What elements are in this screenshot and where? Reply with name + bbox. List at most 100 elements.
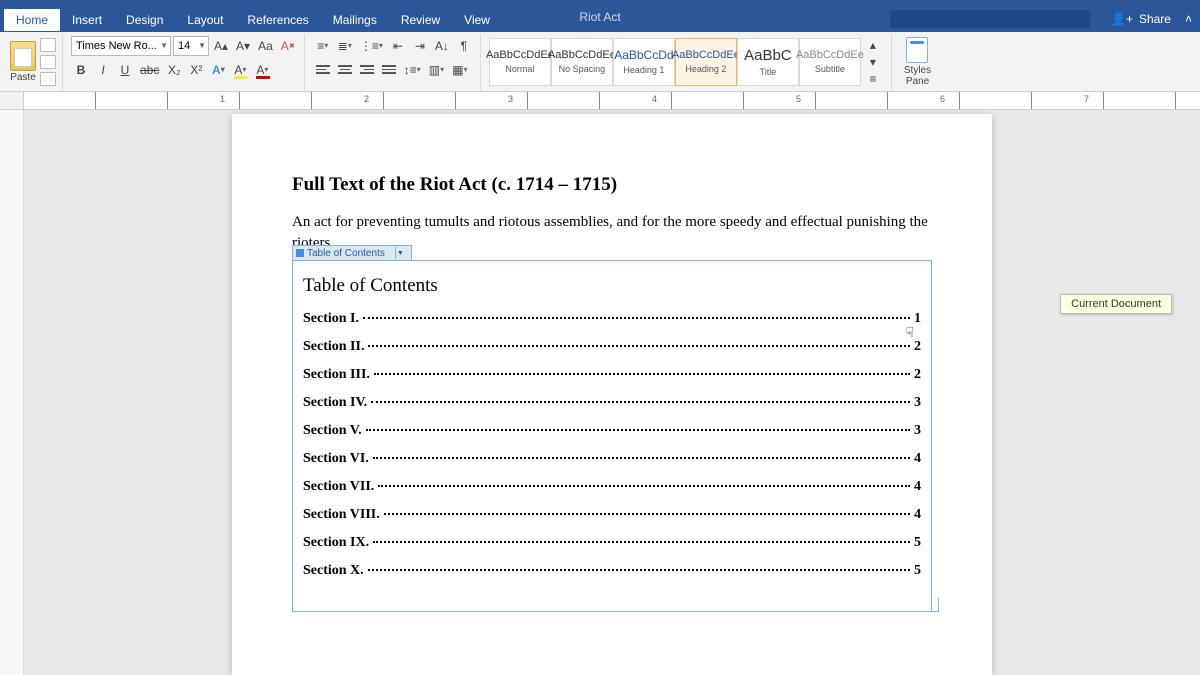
font-name-select[interactable]: Times New Ro...▼	[71, 36, 171, 56]
document-title[interactable]: Full Text of the Riot Act (c. 1714 – 171…	[292, 174, 932, 196]
toc-entry-page: 5	[914, 535, 921, 551]
copy-icon[interactable]	[40, 55, 56, 69]
font-size-select[interactable]: 14▼	[173, 36, 209, 56]
window-title: Riot Act	[579, 10, 620, 24]
toc-entry[interactable]: Section IV. 3	[303, 395, 921, 411]
shading-button[interactable]: ▥▾	[426, 60, 447, 80]
tab-insert[interactable]: Insert	[60, 9, 114, 31]
bold-button[interactable]: B	[71, 60, 91, 80]
tab-home[interactable]: Home	[4, 9, 60, 31]
paste-button[interactable]: Paste	[10, 41, 36, 83]
toc-entry[interactable]: Section III. 2	[303, 367, 921, 383]
align-left-button[interactable]	[313, 60, 333, 80]
toc-entry-page: 3	[914, 423, 921, 439]
chevron-down-icon: ▼	[198, 41, 206, 50]
font-color-button[interactable]: A▾	[252, 60, 272, 80]
toc-leader-dots	[371, 401, 910, 403]
style-heading1[interactable]: AaBbCcDdHeading 1	[613, 38, 675, 86]
chevron-down-icon[interactable]: ▼	[395, 247, 405, 259]
sort-button[interactable]: A↓	[432, 36, 452, 56]
highlight-button[interactable]: A▾	[230, 60, 250, 80]
share-icon: 👤+	[1111, 12, 1133, 26]
italic-button[interactable]: I	[93, 60, 113, 80]
strike-button[interactable]: abc	[137, 60, 162, 80]
indent-left-button[interactable]: ⇤	[388, 36, 408, 56]
toc-entry-page: 1	[914, 311, 921, 327]
underline-button[interactable]: U	[115, 60, 135, 80]
toc-entry-label: Section III.	[303, 367, 370, 383]
clear-format-button[interactable]: A✖	[278, 36, 298, 56]
show-marks-button[interactable]: ¶	[454, 36, 474, 56]
change-case-button[interactable]: Aa	[255, 36, 276, 56]
tab-layout[interactable]: Layout	[175, 9, 235, 31]
toc-field-tab[interactable]: Table of Contents ▼	[292, 245, 412, 261]
style-subtitle[interactable]: AaBbCcDdEeSubtitle	[799, 38, 861, 86]
toc-entry[interactable]: Section IX. 5	[303, 535, 921, 551]
toc-entry[interactable]: Section V.3	[303, 423, 921, 439]
toc-entry[interactable]: Section II. 2	[303, 339, 921, 355]
clipboard-icon	[10, 41, 36, 71]
toc-leader-dots	[368, 569, 910, 571]
line-spacing-button[interactable]: ↕≡▾	[401, 60, 424, 80]
tab-view[interactable]: View	[452, 9, 502, 31]
style-heading2[interactable]: AaBbCcDdEeHeading 2	[675, 38, 737, 86]
tab-review[interactable]: Review	[389, 9, 452, 31]
align-center-button[interactable]	[335, 60, 355, 80]
share-button[interactable]: 👤+ Share ˄	[1111, 12, 1192, 26]
tab-references[interactable]: References	[235, 9, 320, 31]
vertical-ruler[interactable]	[0, 110, 24, 675]
styles-expand[interactable]: ≡	[863, 72, 883, 86]
grow-font-button[interactable]: A▴	[211, 36, 231, 56]
cut-icon[interactable]	[40, 38, 56, 52]
indent-right-button[interactable]: ⇥	[410, 36, 430, 56]
format-painter-icon[interactable]	[40, 72, 56, 86]
toc-entry[interactable]: Section VI.4	[303, 451, 921, 467]
toc-entry-label: Section IV.	[303, 395, 367, 411]
align-right-button[interactable]	[357, 60, 377, 80]
toc-entry[interactable]: Section VII.4	[303, 479, 921, 495]
toc-entry-label: Section IX.	[303, 535, 369, 551]
tab-design[interactable]: Design	[114, 9, 175, 31]
ribbon-tabs: Riot Act 👤+ Share ˄ Home Insert Design L…	[0, 8, 1200, 32]
styles-scroll-down[interactable]: ▾	[863, 55, 883, 69]
tab-mailings[interactable]: Mailings	[321, 9, 389, 31]
search-input[interactable]	[890, 10, 1090, 28]
styles-pane-button[interactable]: Styles Pane	[900, 37, 935, 87]
numbering-button[interactable]: ≣▾	[335, 36, 355, 56]
multilevel-button[interactable]: ⋮≡▾	[357, 36, 386, 56]
superscript-button[interactable]: X²	[186, 60, 206, 80]
shrink-font-button[interactable]: A▾	[233, 36, 253, 56]
justify-button[interactable]	[379, 60, 399, 80]
subscript-button[interactable]: X₂	[164, 60, 184, 80]
bullets-button[interactable]: ≡▾	[313, 36, 333, 56]
clipboard-group: Paste	[4, 34, 63, 90]
styles-scroll-up[interactable]: ▴	[863, 38, 883, 52]
style-title[interactable]: AaBbCTitle	[737, 38, 799, 86]
toc-entry-label: Section II.	[303, 339, 364, 355]
style-normal[interactable]: AaBbCcDdEeNormal	[489, 38, 551, 86]
toc-heading[interactable]: Table of Contents	[303, 275, 921, 297]
toc-entry-page: 2	[914, 367, 921, 383]
cursor-icon: ☟	[905, 324, 914, 341]
borders-button[interactable]: ▦▾	[449, 60, 470, 80]
page[interactable]: Full Text of the Riot Act (c. 1714 – 171…	[232, 114, 992, 675]
chevron-up-icon[interactable]: ˄	[1185, 12, 1192, 26]
toc-field[interactable]: Table of Contents ▼ Table of Contents Se…	[292, 260, 932, 612]
horizontal-ruler[interactable]: 1 2 3 4 5 6 7	[0, 92, 1200, 110]
styles-group: AaBbCcDdEeNormal AaBbCcDdEeNo Spacing Aa…	[483, 34, 892, 90]
toc-leader-dots	[366, 429, 910, 431]
workspace: Full Text of the Riot Act (c. 1714 – 171…	[0, 110, 1200, 675]
ribbon: Paste Times New Ro...▼ 14▼ A▴ A▾ Aa A✖ B…	[0, 32, 1200, 92]
toc-entry-page: 2	[914, 339, 921, 355]
style-no-spacing[interactable]: AaBbCcDdEeNo Spacing	[551, 38, 613, 86]
toc-entry[interactable]: Section X.5	[303, 563, 921, 579]
toc-entry-label: Section VIII.	[303, 507, 380, 523]
toc-entry-page: 3	[914, 395, 921, 411]
text-effects-button[interactable]: A▾	[208, 60, 228, 80]
toc-entry-page: 4	[914, 479, 921, 495]
toc-entry[interactable]: Section VIII.4	[303, 507, 921, 523]
toc-entry[interactable]: Section I.1	[303, 311, 921, 327]
toc-leader-dots	[373, 457, 910, 459]
toc-resize-handle[interactable]	[931, 598, 939, 612]
document-canvas[interactable]: Full Text of the Riot Act (c. 1714 – 171…	[24, 110, 1200, 675]
